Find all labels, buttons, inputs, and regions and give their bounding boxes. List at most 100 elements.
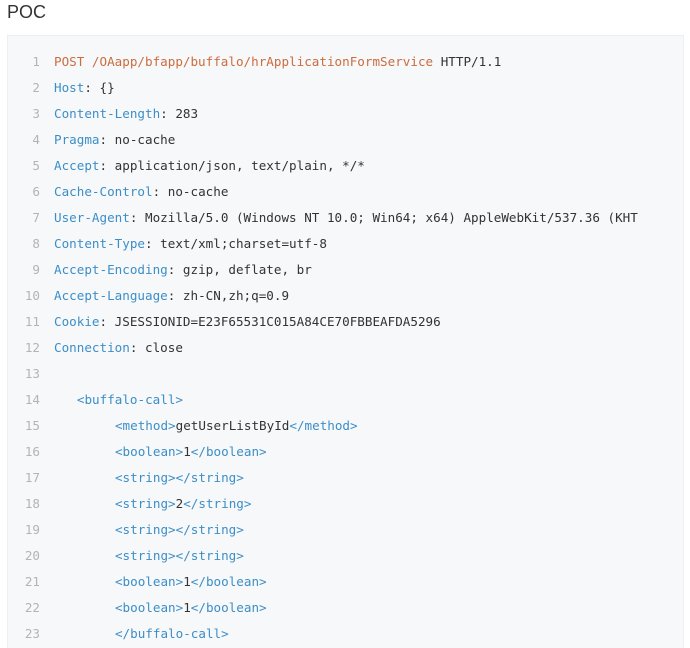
code-token: <string></string> (114, 548, 244, 563)
code-token: User-Agent (54, 210, 130, 225)
code-token: 1 (183, 600, 191, 615)
line-number: 1 (32, 54, 40, 69)
code-token: </buffalo-call> (114, 626, 229, 641)
code-token: <buffalo-call> (76, 392, 184, 407)
line-number: 6 (32, 184, 40, 199)
code-line: 1 POST /OAapp/bfapp/buffalo/hrApplication… (8, 49, 501, 75)
line-content: Host: {} (40, 75, 115, 101)
line-number: 20 (24, 548, 40, 563)
line-content: Pragma: no-cache (40, 127, 175, 153)
code-line: 8 Content-Type: text/xml;charset=utf-8 (8, 231, 327, 257)
line-content: <string></string> (101, 543, 244, 569)
code-line: 16 <boolean>1</boolean> (8, 439, 267, 465)
code-token: <boolean> (114, 600, 184, 615)
code-token: getUserListById (175, 418, 290, 433)
code-token: : {} (84, 80, 115, 95)
code-line: 21 <boolean>1</boolean> (8, 569, 267, 595)
line-number: 23 (24, 626, 40, 641)
code-token: : gzip, deflate, br (167, 262, 312, 277)
code-token: </boolean> (190, 600, 267, 615)
line-content: <boolean>1</boolean> (101, 569, 267, 595)
code-line: 4 Pragma: no-cache (8, 127, 175, 153)
code-line: 11 Cookie: JSESSIONID=E23F65531C015A84CE7… (8, 309, 441, 335)
code-token: Accept-Encoding (54, 262, 168, 277)
line-number: 3 (32, 106, 40, 121)
code-token: Connection (54, 340, 130, 355)
code-token: HTTP/1.1 (433, 54, 502, 69)
line-content: POST /OAapp/bfapp/buffalo/hrApplicationF… (40, 49, 501, 75)
line-number: 9 (32, 262, 40, 277)
code-token: </method> (289, 418, 358, 433)
line-content: <buffalo-call> (63, 387, 183, 413)
code-token: Cookie (54, 314, 100, 329)
code-line: 5 Accept: application/json, text/plain, *… (8, 153, 365, 179)
code-line: 20 <string></string> (8, 543, 244, 569)
code-token: <string> (114, 496, 176, 511)
code-token: : text/xml;charset=utf-8 (145, 236, 327, 251)
page: POC 1 POST /OAapp/bfapp/buffalo/hrApplica… (0, 0, 690, 648)
code-line: 19 <string></string> (8, 517, 244, 543)
line-number: 13 (24, 366, 40, 381)
line-content: Connection: close (40, 335, 183, 361)
line-number: 14 (24, 392, 40, 407)
code-token: <boolean> (114, 444, 184, 459)
line-number: 4 (32, 132, 40, 147)
code-token: : application/json, text/plain, */* (99, 158, 365, 173)
code-line: 2 Host: {} (8, 75, 115, 101)
code-token: : JSESSIONID=E23F65531C015A84CE70FBBEAFD… (99, 314, 441, 329)
line-content: Cookie: JSESSIONID=E23F65531C015A84CE70F… (40, 309, 441, 335)
line-number: 17 (24, 470, 40, 485)
line-content: Content-Length: 283 (40, 101, 198, 127)
code-token: </string> (183, 496, 252, 511)
line-content: </buffalo-call> (101, 621, 229, 647)
code-line: 12 Connection: close (8, 335, 183, 361)
line-content: Accept-Encoding: gzip, deflate, br (40, 257, 312, 283)
code-line: 22 <boolean>1</boolean> (8, 595, 267, 621)
code-line: 13 (8, 361, 54, 387)
code-line: 6 Cache-Control: no-cache (8, 179, 228, 205)
line-number: 15 (24, 418, 40, 433)
code-token: <string></string> (114, 522, 244, 537)
line-content: <string>2</string> (101, 491, 252, 517)
code-token: 1 (183, 444, 191, 459)
code-line: 14 <buffalo-call> (8, 387, 183, 413)
code-token: Content-Type (54, 236, 145, 251)
code-line: 9 Accept-Encoding: gzip, deflate, br (8, 257, 312, 283)
code-token: : no-cache (99, 132, 176, 147)
line-number: 16 (24, 444, 40, 459)
section-heading: POC (7, 2, 47, 22)
line-number: 18 (24, 496, 40, 511)
line-content: <method>getUserListById</method> (101, 413, 358, 439)
line-content: <boolean>1</boolean> (101, 595, 267, 621)
line-number: 12 (24, 340, 40, 355)
line-number: 2 (32, 80, 40, 95)
code-token: <string></string> (114, 470, 244, 485)
code-token: Accept-Language (54, 288, 168, 303)
line-number: 19 (24, 522, 40, 537)
code-token: : 283 (160, 106, 199, 121)
line-content: <string></string> (101, 517, 244, 543)
code-token: Host (54, 80, 85, 95)
code-token: : no-cache (152, 184, 229, 199)
code-token: Pragma (54, 132, 100, 147)
line-number: 21 (24, 574, 40, 589)
line-content: User-Agent: Mozilla/5.0 (Windows NT 10.0… (40, 205, 638, 231)
line-content: <boolean>1</boolean> (101, 439, 267, 465)
code-token: <boolean> (114, 574, 184, 589)
code-token: </boolean> (190, 574, 267, 589)
code-token: : close (129, 340, 183, 355)
line-number: 22 (24, 600, 40, 615)
code-line: 18 <string>2</string> (8, 491, 252, 517)
code-token: Cache-Control (54, 184, 153, 199)
line-content: Accept: application/json, text/plain, */… (40, 153, 365, 179)
code-line: 7 User-Agent: Mozilla/5.0 (Windows NT 10.… (8, 205, 638, 231)
line-content: Content-Type: text/xml;charset=utf-8 (40, 231, 327, 257)
line-number: 11 (24, 314, 40, 329)
code-line: 3 Content-Length: 283 (8, 101, 198, 127)
code-line: 17 <string></string> (8, 465, 244, 491)
code-line: 15 <method>getUserListById</method> (8, 413, 358, 439)
code-block[interactable]: 1 POST /OAapp/bfapp/buffalo/hrApplication… (7, 35, 684, 648)
line-number: 7 (32, 210, 40, 225)
line-content: Accept-Language: zh-CN,zh;q=0.9 (40, 283, 289, 309)
code-token: : zh-CN,zh;q=0.9 (167, 288, 290, 303)
